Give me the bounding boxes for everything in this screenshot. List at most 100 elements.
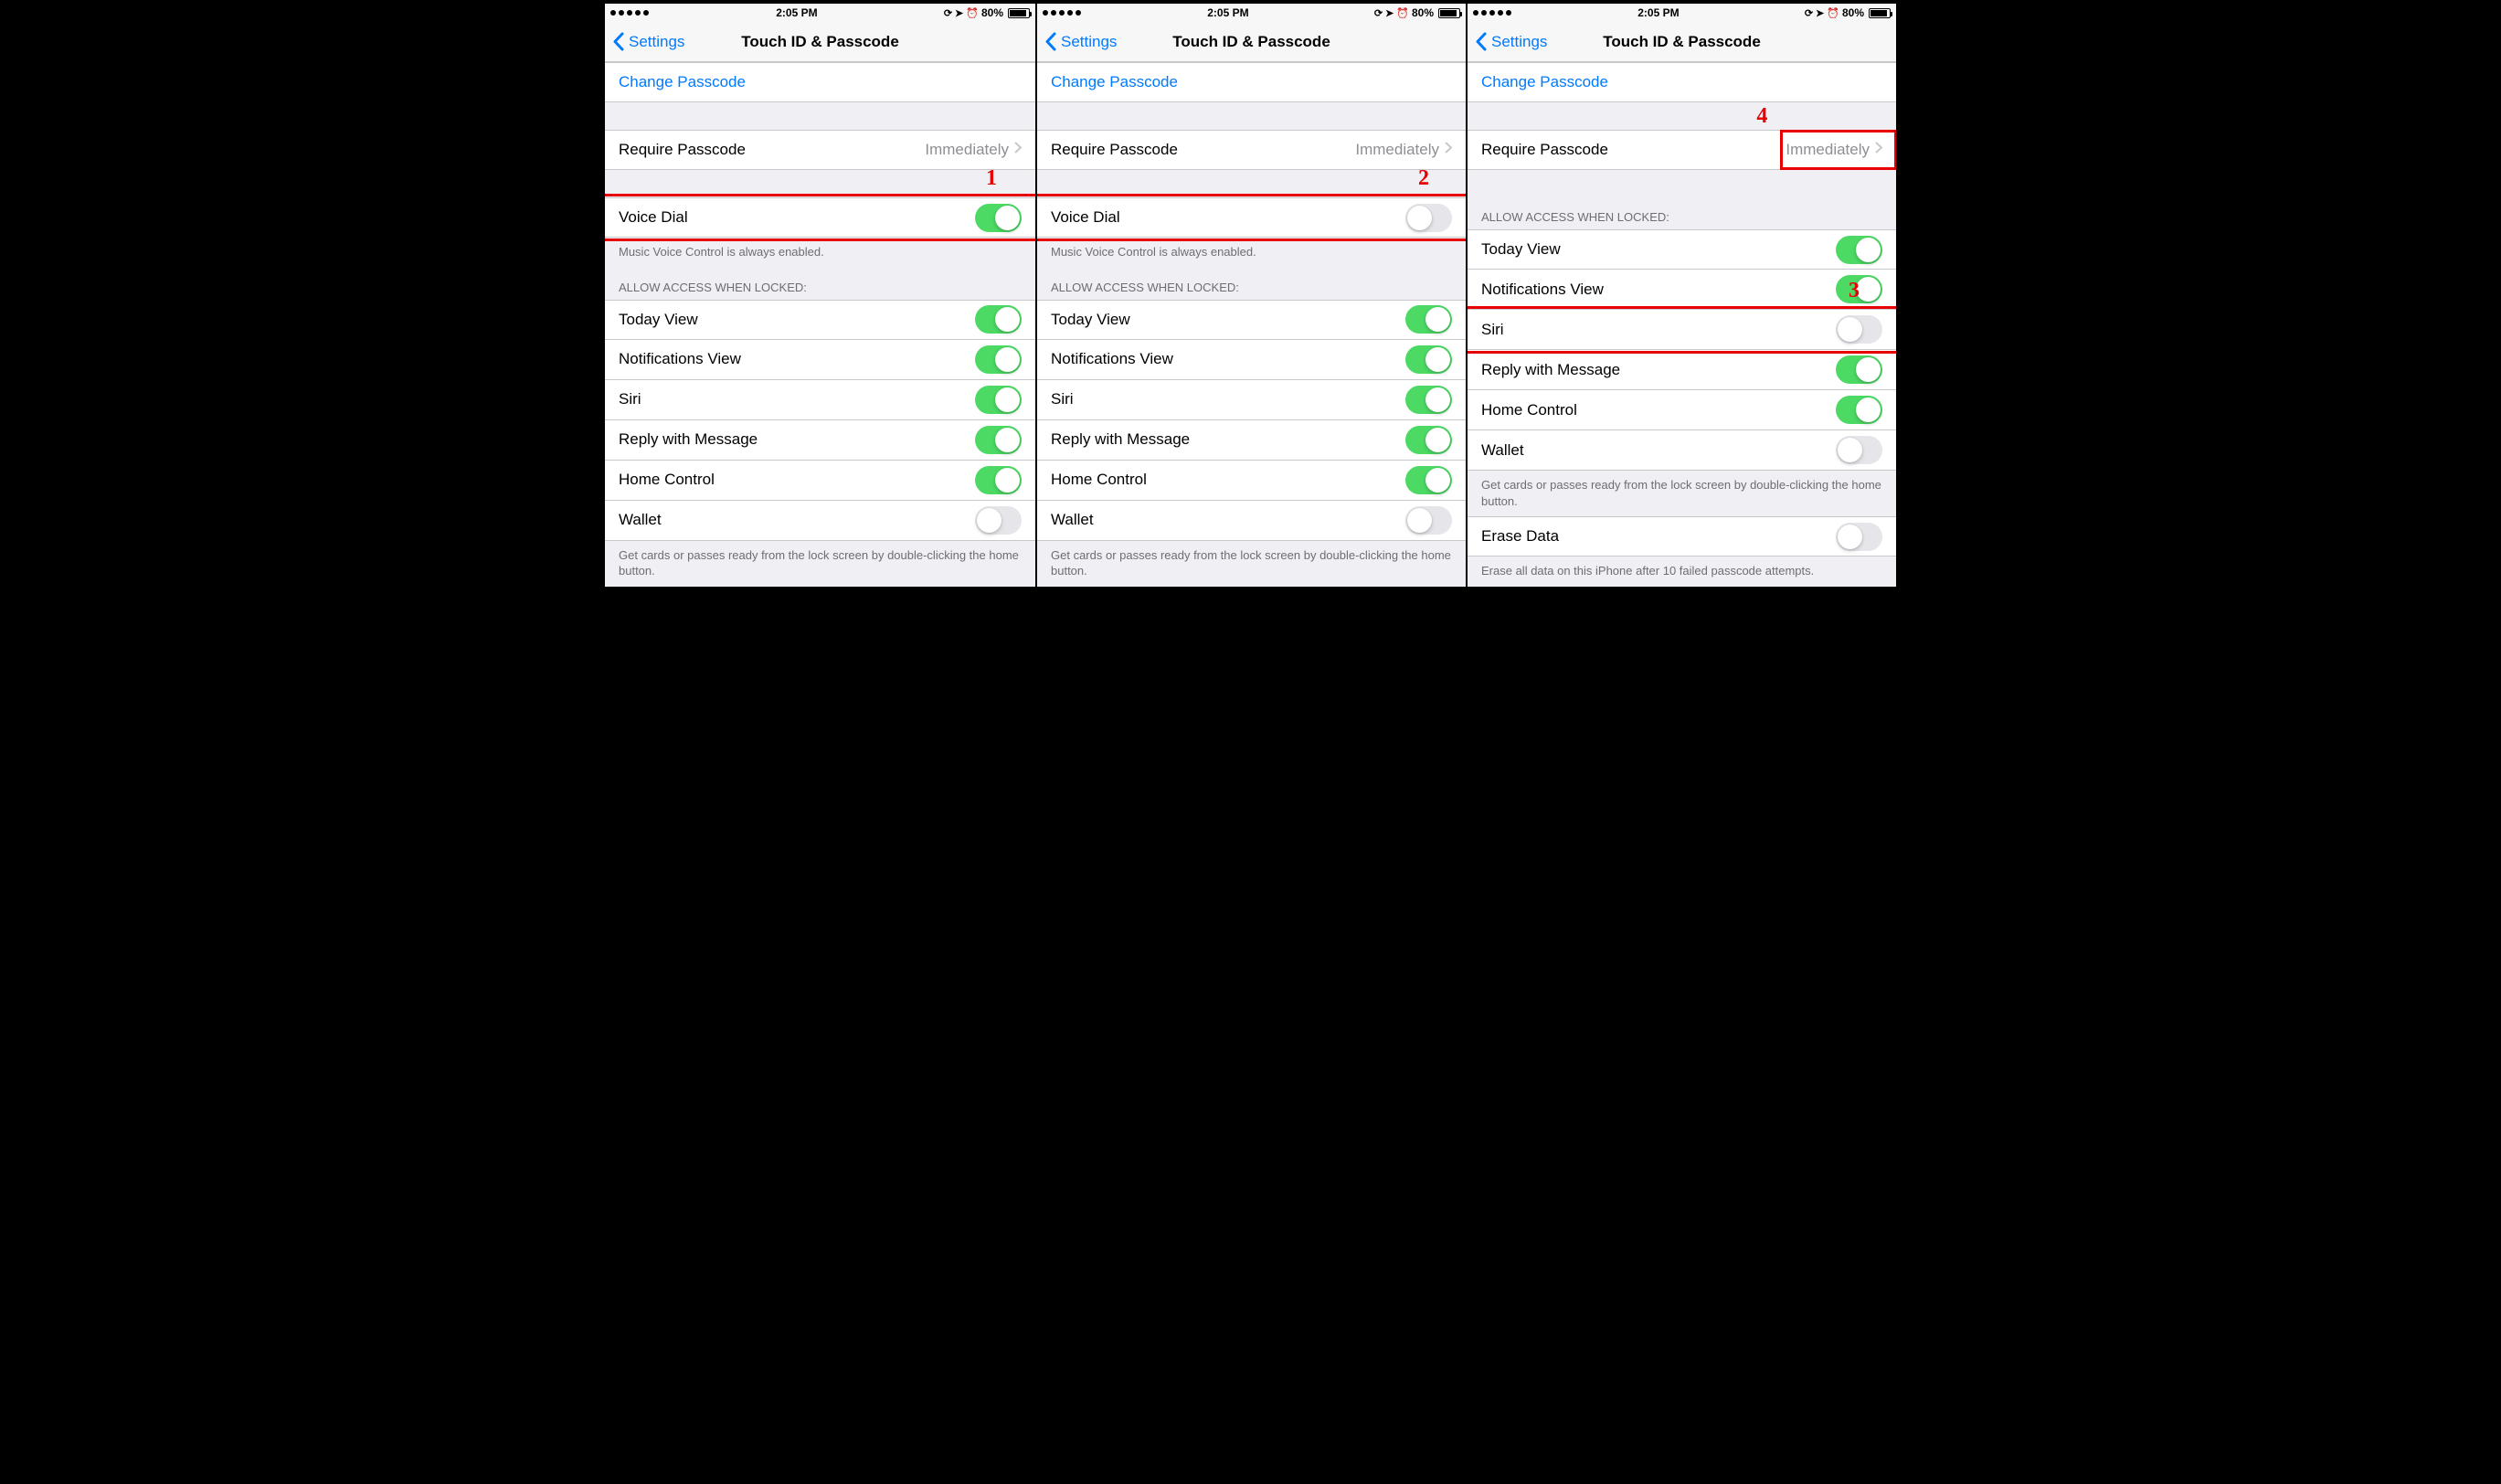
- reply-with-message-row[interactable]: Reply with Message: [605, 420, 1035, 461]
- signal-dot: [1481, 10, 1487, 16]
- require-passcode-row[interactable]: Require Passcode Immediately: [605, 130, 1035, 170]
- require-passcode-label: Require Passcode: [1051, 141, 1355, 159]
- signal-dot: [1473, 10, 1478, 16]
- require-passcode-row[interactable]: Require Passcode Immediately: [1468, 130, 1896, 170]
- today-view-row[interactable]: Today View: [1037, 300, 1466, 340]
- nav-bar: Settings Touch ID & Passcode: [605, 22, 1035, 62]
- status-bar: 2:05 PM ⟳ ➤ ⏰ 80%: [1468, 4, 1896, 22]
- back-label: Settings: [1491, 33, 1547, 51]
- nav-bar: Settings Touch ID & Passcode: [1468, 22, 1896, 62]
- voice-dial-label: Voice Dial: [619, 208, 975, 227]
- home-control-row[interactable]: Home Control: [1037, 461, 1466, 501]
- siri-row[interactable]: Siri: [1037, 380, 1466, 420]
- siri-row-label: Siri: [619, 390, 975, 408]
- signal-dot: [1051, 10, 1056, 16]
- home-control-switch[interactable]: [1836, 396, 1882, 424]
- reply-with-message-switch[interactable]: [1836, 355, 1882, 384]
- back-button[interactable]: Settings: [1037, 32, 1117, 51]
- notifications-view-row[interactable]: Notifications View: [605, 340, 1035, 380]
- reply-with-message-switch[interactable]: [1405, 426, 1452, 454]
- home-control-row-label: Home Control: [1481, 401, 1836, 419]
- location-icon: ➤: [1816, 7, 1824, 19]
- rotation-lock-icon: ⟳: [944, 7, 952, 19]
- home-control-row[interactable]: Home Control: [605, 461, 1035, 501]
- today-view-switch[interactable]: [1405, 305, 1452, 334]
- today-view-switch[interactable]: [975, 305, 1022, 334]
- signal-dot: [1059, 10, 1065, 16]
- notifications-view-row-label: Notifications View: [1481, 281, 1836, 299]
- change-passcode-row[interactable]: Change Passcode: [1468, 62, 1896, 102]
- reply-with-message-switch[interactable]: [975, 426, 1022, 454]
- battery-icon: [1869, 8, 1891, 18]
- allow-access-header: ALLOW ACCESS WHEN LOCKED:: [605, 268, 1035, 300]
- battery-icon: [1438, 8, 1460, 18]
- back-label: Settings: [1061, 33, 1117, 51]
- erase-data-switch[interactable]: [1836, 523, 1882, 551]
- wallet-row[interactable]: Wallet: [1468, 430, 1896, 471]
- voice-dial-switch[interactable]: [1405, 204, 1452, 232]
- back-button[interactable]: Settings: [1468, 32, 1547, 51]
- require-passcode-row[interactable]: Require Passcode Immediately: [1037, 130, 1466, 170]
- notifications-view-switch[interactable]: [1836, 275, 1882, 303]
- voice-dial-row[interactable]: Voice Dial: [1037, 197, 1466, 238]
- wallet-row[interactable]: Wallet: [1037, 501, 1466, 541]
- erase-data-row[interactable]: Erase Data: [1468, 516, 1896, 556]
- wallet-row[interactable]: Wallet: [605, 501, 1035, 541]
- wallet-switch[interactable]: [975, 506, 1022, 535]
- siri-switch[interactable]: [1405, 386, 1452, 414]
- notifications-view-switch[interactable]: [975, 345, 1022, 374]
- siri-row[interactable]: Siri: [1468, 310, 1896, 350]
- chevron-right-icon: [1875, 142, 1882, 158]
- signal-dot: [1067, 10, 1073, 16]
- reply-with-message-row-label: Reply with Message: [619, 430, 975, 449]
- signal-dot: [627, 10, 632, 16]
- reply-with-message-row-label: Reply with Message: [1481, 361, 1836, 379]
- today-view-switch[interactable]: [1836, 236, 1882, 264]
- rotation-lock-icon: ⟳: [1805, 7, 1813, 19]
- reply-with-message-row-label: Reply with Message: [1051, 430, 1405, 449]
- wallet-row-label: Wallet: [1481, 441, 1836, 460]
- wallet-switch[interactable]: [1836, 436, 1882, 464]
- change-passcode-row[interactable]: Change Passcode: [605, 62, 1035, 102]
- today-view-row[interactable]: Today View: [605, 300, 1035, 340]
- require-passcode-value: Immediately: [925, 141, 1009, 159]
- home-control-row-label: Home Control: [619, 471, 975, 489]
- signal-dot: [1506, 10, 1511, 16]
- chevron-right-icon: [1445, 142, 1452, 158]
- change-passcode-label: Change Passcode: [1481, 73, 1882, 91]
- notifications-view-switch[interactable]: [1405, 345, 1452, 374]
- siri-row[interactable]: Siri: [605, 380, 1035, 420]
- alarm-icon: ⏰: [966, 7, 979, 19]
- today-view-row[interactable]: Today View: [1468, 229, 1896, 270]
- siri-switch[interactable]: [975, 386, 1022, 414]
- home-control-switch[interactable]: [1405, 466, 1452, 494]
- location-icon: ➤: [1385, 7, 1394, 19]
- voice-dial-label: Voice Dial: [1051, 208, 1405, 227]
- wallet-switch[interactable]: [1405, 506, 1452, 535]
- reply-with-message-row[interactable]: Reply with Message: [1037, 420, 1466, 461]
- home-control-switch[interactable]: [975, 466, 1022, 494]
- back-button[interactable]: Settings: [605, 32, 684, 51]
- require-passcode-label: Require Passcode: [1481, 141, 1786, 159]
- screen-2: 2:05 PM ⟳ ➤ ⏰ 80% Settings Touch ID & Pa…: [1035, 4, 1466, 587]
- chevron-right-icon: [1014, 142, 1022, 158]
- wallet-footer: Get cards or passes ready from the lock …: [1037, 541, 1466, 587]
- nav-bar: Settings Touch ID & Passcode: [1037, 22, 1466, 62]
- change-passcode-row[interactable]: Change Passcode: [1037, 62, 1466, 102]
- voice-dial-switch[interactable]: [975, 204, 1022, 232]
- signal-dot: [1489, 10, 1495, 16]
- notifications-view-row[interactable]: Notifications View: [1468, 270, 1896, 310]
- signal-dot: [635, 10, 641, 16]
- siri-switch[interactable]: [1836, 315, 1882, 344]
- wallet-footer: Get cards or passes ready from the lock …: [605, 541, 1035, 587]
- today-view-row-label: Today View: [1051, 311, 1405, 329]
- notifications-view-row[interactable]: Notifications View: [1037, 340, 1466, 380]
- reply-with-message-row[interactable]: Reply with Message: [1468, 350, 1896, 390]
- voice-dial-row[interactable]: Voice Dial: [605, 197, 1035, 238]
- signal-dot: [610, 10, 616, 16]
- require-passcode-value: Immediately: [1786, 141, 1870, 159]
- home-control-row[interactable]: Home Control: [1468, 390, 1896, 430]
- back-label: Settings: [629, 33, 684, 51]
- siri-row-label: Siri: [1481, 321, 1836, 339]
- signal-dot: [619, 10, 624, 16]
